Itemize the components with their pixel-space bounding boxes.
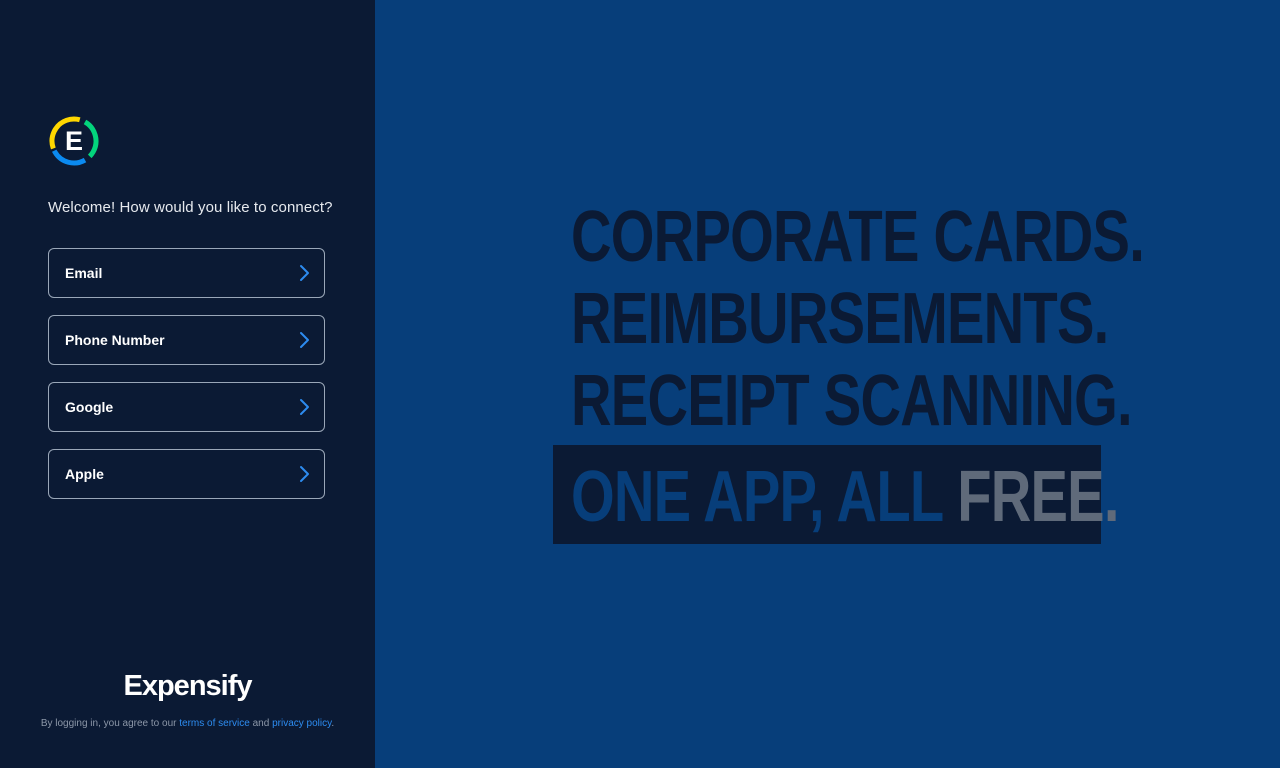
hero-panel: CORPORATE CARDS. REIMBURSEMENTS. RECEIPT… — [375, 0, 1280, 768]
hero-final-line: ONE APP, ALL FREE. — [571, 456, 1119, 538]
hero-final-emphasis: FREE. — [957, 457, 1119, 537]
apple-option-button[interactable]: Apple — [48, 449, 325, 499]
chevron-right-icon — [300, 265, 309, 281]
terms-of-service-link[interactable]: terms of service — [179, 718, 250, 729]
chevron-right-icon — [300, 399, 309, 415]
google-option-button[interactable]: Google — [48, 382, 325, 432]
welcome-text: Welcome! How would you like to connect? — [48, 199, 333, 216]
hero-headline: CORPORATE CARDS. REIMBURSEMENTS. RECEIPT… — [571, 196, 1145, 442]
expensify-wordmark-logo: Expensify — [123, 670, 253, 702]
hero-line-1: CORPORATE CARDS. — [571, 197, 1145, 277]
sidebar: E Welcome! How would you like to connect… — [0, 0, 375, 768]
hero-line-3: RECEIPT SCANNING. — [571, 361, 1133, 441]
apple-option-label: Apple — [65, 466, 104, 482]
login-page: E Welcome! How would you like to connect… — [0, 0, 1280, 768]
chevron-right-icon — [300, 466, 309, 482]
email-option-label: Email — [65, 265, 103, 281]
email-option-button[interactable]: Email — [48, 248, 325, 298]
hero-line-2: REIMBURSEMENTS. — [571, 279, 1109, 359]
phone-number-option-label: Phone Number — [65, 332, 165, 348]
legal-prefix: By logging in, you agree to our — [40, 718, 180, 729]
expensify-e-logo-icon: E — [49, 116, 99, 166]
legal-suffix: . — [331, 718, 335, 729]
svg-text:E: E — [65, 126, 83, 156]
phone-number-option-button[interactable]: Phone Number — [48, 315, 325, 365]
google-option-label: Google — [65, 399, 114, 415]
privacy-policy-link[interactable]: privacy policy — [272, 718, 331, 729]
legal-notice: By logging in, you agree to our terms of… — [0, 718, 375, 729]
legal-middle: and — [249, 718, 273, 729]
chevron-right-icon — [300, 332, 309, 348]
hero-final-highlight: ONE APP, ALL — [571, 457, 958, 537]
